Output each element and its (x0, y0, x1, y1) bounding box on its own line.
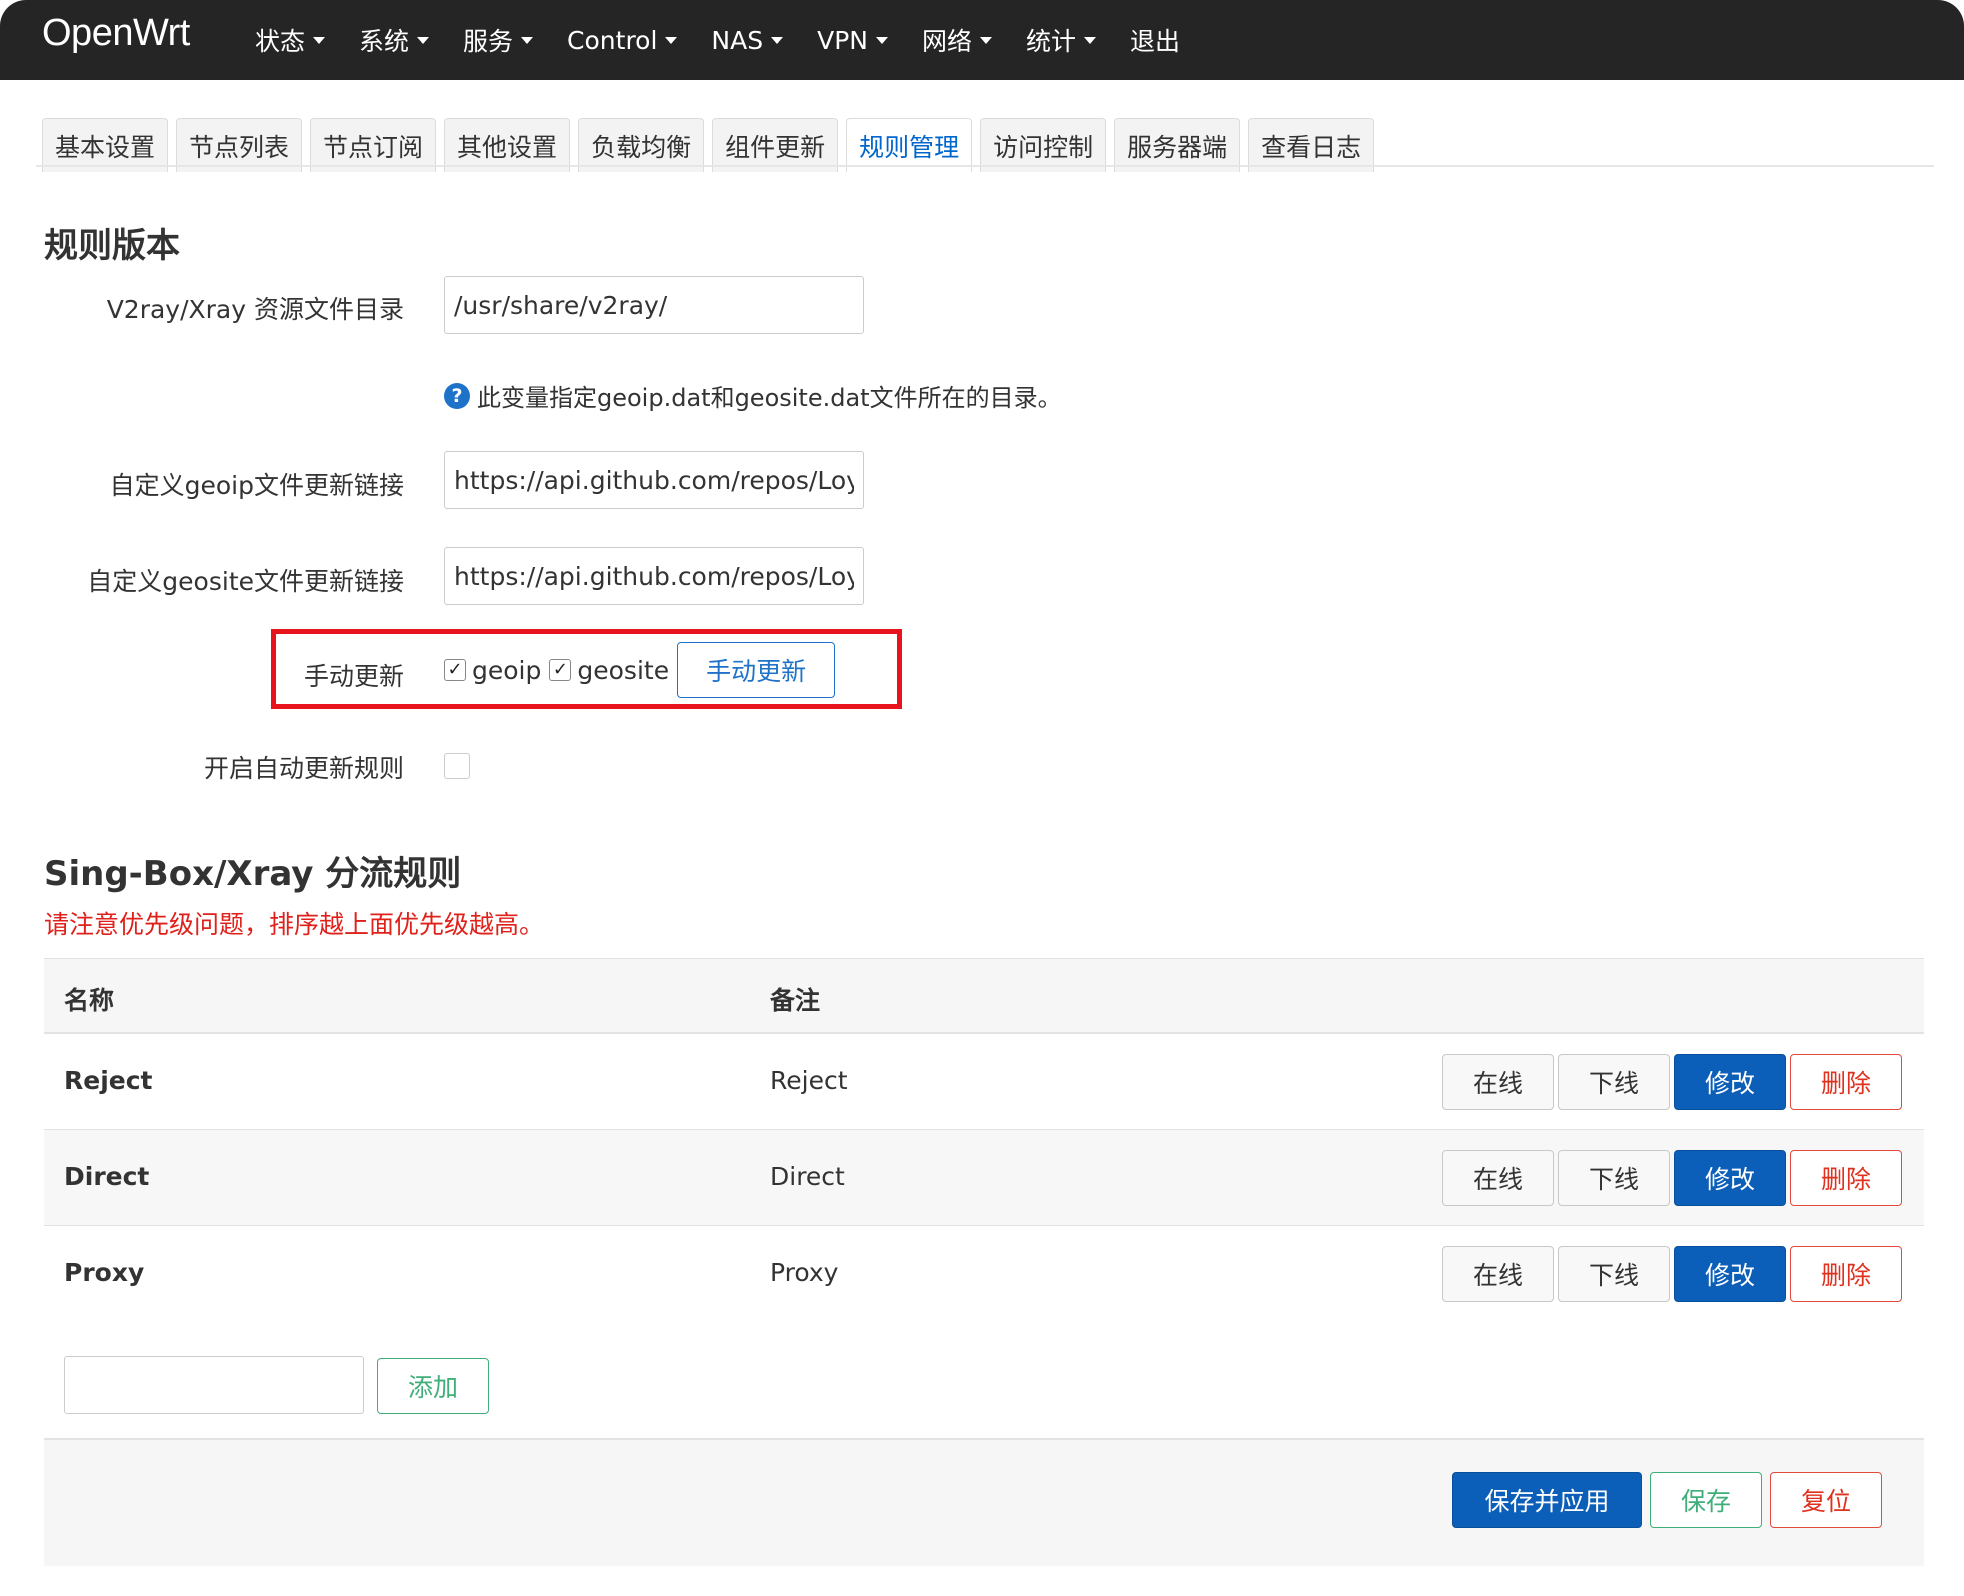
auto-update-label: 开启自动更新规则 (203, 754, 404, 783)
caret-down-icon (665, 36, 678, 44)
tab-view-log[interactable]: 查看日志 (1248, 118, 1375, 172)
offline-button[interactable]: 下线 (1558, 1246, 1670, 1302)
tab-load-balance[interactable]: 负载均衡 (578, 118, 705, 172)
table-row: Direct Direct 在线 下线 修改 删除 (44, 1130, 1924, 1226)
brand-logo[interactable]: OpenWrt (42, 12, 190, 55)
menu-services[interactable]: 服务 (463, 22, 534, 58)
delete-button[interactable]: 删除 (1790, 1150, 1902, 1206)
caret-down-icon (313, 36, 326, 44)
section-title-rules-version: 规则版本 (44, 226, 180, 266)
tab-server[interactable]: 服务器端 (1114, 118, 1241, 172)
save-button[interactable]: 保存 (1650, 1472, 1762, 1528)
row-actions: 在线 下线 修改 删除 (1442, 1054, 1906, 1110)
tab-rule-manage[interactable]: 规则管理 (846, 118, 973, 172)
rule-remark: Direct (770, 1162, 845, 1191)
table-header: 名称 备注 (44, 958, 1924, 1034)
tab-bar: 基本设置 节点列表 节点订阅 其他设置 负载均衡 组件更新 规则管理 访问控制 … (42, 118, 1382, 172)
delete-button[interactable]: 删除 (1790, 1054, 1902, 1110)
caret-down-icon (1084, 36, 1097, 44)
priority-warning: 请注意优先级问题，排序越上面优先级越高。 (44, 910, 545, 939)
menu-control[interactable]: Control (567, 26, 678, 55)
geoip-checkbox-label: geoip (472, 655, 542, 685)
manual-update-row: ✓ geoip ✓ geosite 手动更新 (444, 642, 836, 698)
menu-status[interactable]: 状态 (255, 22, 326, 58)
rule-name: Proxy (64, 1258, 145, 1287)
menu-statistics[interactable]: 统计 (1026, 22, 1097, 58)
column-header-name: 名称 (64, 986, 115, 1015)
rule-remark: Proxy (770, 1258, 839, 1287)
geoip-checkbox[interactable]: ✓ (444, 659, 466, 681)
rule-remark: Reject (770, 1066, 848, 1095)
edit-button[interactable]: 修改 (1674, 1150, 1786, 1206)
online-button[interactable]: 在线 (1442, 1150, 1554, 1206)
asset-dir-label: V2ray/Xray 资源文件目录 (106, 295, 404, 324)
online-button[interactable]: 在线 (1442, 1054, 1554, 1110)
geosite-url-label: 自定义geosite文件更新链接 (87, 567, 404, 596)
caret-down-icon (521, 36, 534, 44)
asset-dir-help: ? 此变量指定geoip.dat和geosite.dat文件所在的目录。 (444, 378, 1062, 413)
delete-button[interactable]: 删除 (1790, 1246, 1902, 1302)
asset-dir-input[interactable] (444, 276, 864, 334)
tab-other-settings[interactable]: 其他设置 (444, 118, 571, 172)
auto-update-checkbox[interactable] (444, 753, 470, 779)
form-footer: 保存并应用 保存 复位 (44, 1438, 1924, 1566)
table-row: Proxy Proxy 在线 下线 修改 删除 (44, 1226, 1924, 1322)
reset-button[interactable]: 复位 (1770, 1472, 1882, 1528)
row-actions: 在线 下线 修改 删除 (1442, 1150, 1906, 1206)
menu-logout[interactable]: 退出 (1130, 22, 1180, 58)
footer-actions: 保存并应用 保存 复位 (1444, 1472, 1882, 1528)
main-menu: 状态 系统 服务 Control NAS VPN 网络 统计 退出 (255, 0, 1214, 80)
help-icon: ? (444, 382, 470, 409)
online-button[interactable]: 在线 (1442, 1246, 1554, 1302)
geosite-checkbox[interactable]: ✓ (549, 659, 572, 681)
caret-down-icon (417, 36, 430, 44)
geosite-checkbox-label: geosite (577, 655, 670, 685)
tab-node-subscribe[interactable]: 节点订阅 (310, 118, 437, 172)
menu-vpn[interactable]: VPN (817, 26, 888, 55)
rule-name: Reject (64, 1066, 153, 1095)
edit-button[interactable]: 修改 (1674, 1054, 1786, 1110)
geoip-url-label: 自定义geoip文件更新链接 (109, 471, 404, 500)
manual-update-button[interactable]: 手动更新 (677, 642, 836, 698)
caret-down-icon (980, 36, 993, 44)
rule-name: Direct (64, 1162, 150, 1191)
tab-divider (36, 165, 1934, 167)
geoip-url-input[interactable] (444, 451, 864, 509)
tab-component-update[interactable]: 组件更新 (712, 118, 839, 172)
edit-button[interactable]: 修改 (1674, 1246, 1786, 1302)
menu-network[interactable]: 网络 (922, 22, 993, 58)
tab-basic-settings[interactable]: 基本设置 (42, 118, 169, 172)
menu-system[interactable]: 系统 (359, 22, 430, 58)
manual-update-label: 手动更新 (303, 662, 404, 691)
offline-button[interactable]: 下线 (1558, 1054, 1670, 1110)
geosite-url-input[interactable] (444, 547, 864, 605)
offline-button[interactable]: 下线 (1558, 1150, 1670, 1206)
column-header-remark: 备注 (770, 986, 821, 1015)
caret-down-icon (771, 36, 784, 44)
caret-down-icon (876, 36, 888, 44)
top-navbar: OpenWrt 状态 系统 服务 Control NAS VPN 网络 统计 退… (0, 0, 1964, 80)
menu-nas[interactable]: NAS (711, 26, 784, 55)
section-title-routing: Sing-Box/Xray 分流规则 (44, 854, 462, 894)
tab-node-list[interactable]: 节点列表 (176, 118, 303, 172)
add-rule-button[interactable]: 添加 (377, 1358, 489, 1414)
asset-dir-help-text: 此变量指定geoip.dat和geosite.dat文件所在的目录。 (477, 384, 1062, 412)
tab-access-control[interactable]: 访问控制 (980, 118, 1107, 172)
save-apply-button[interactable]: 保存并应用 (1452, 1472, 1642, 1528)
add-rule-input[interactable] (64, 1356, 364, 1414)
row-actions: 在线 下线 修改 删除 (1442, 1246, 1906, 1302)
table-row: Reject Reject 在线 下线 修改 删除 (44, 1034, 1924, 1130)
